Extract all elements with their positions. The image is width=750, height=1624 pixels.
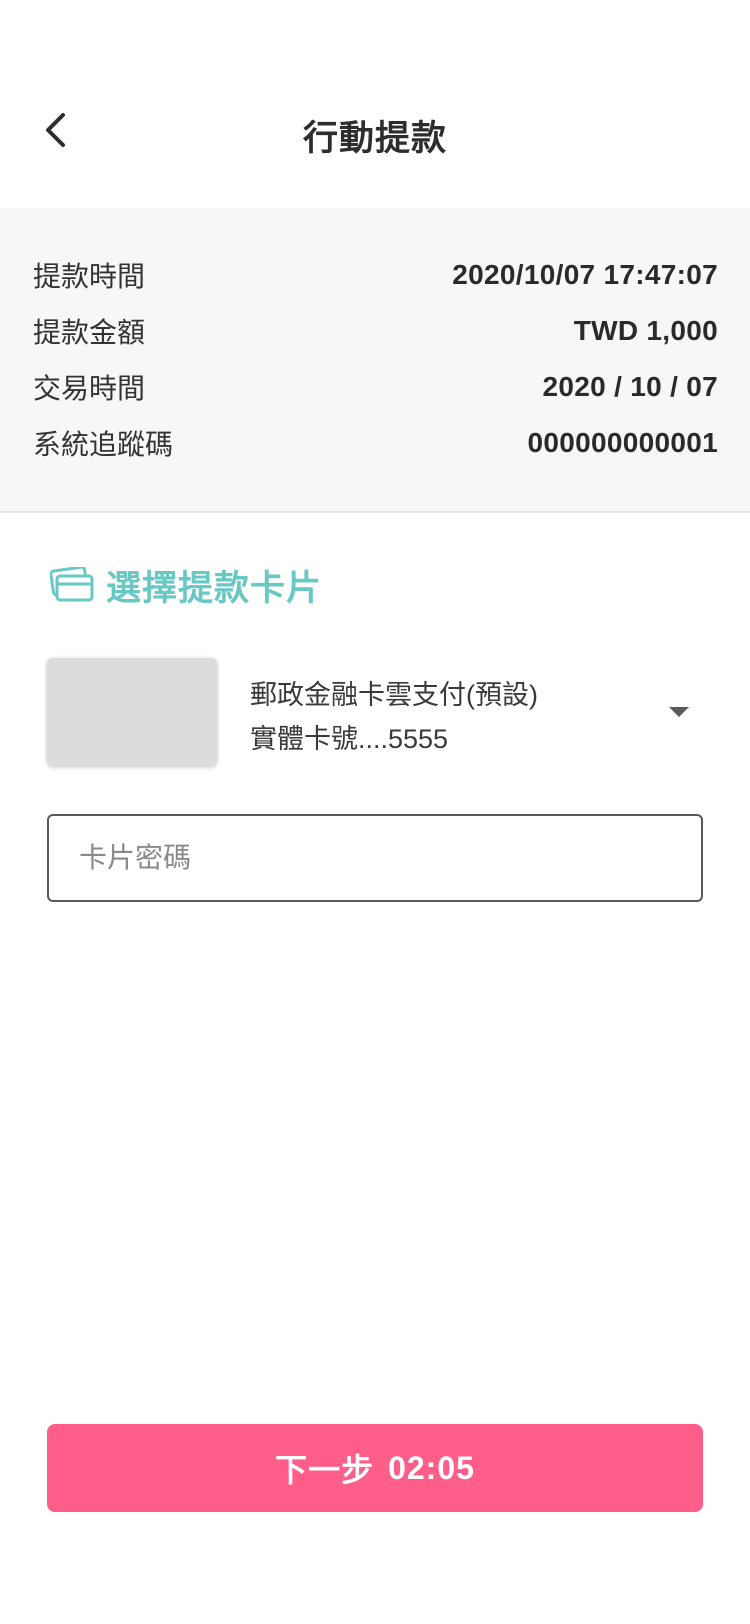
withdrawal-screen: 行動提款 提款時間 2020/10/07 17:47:07 提款金額 TWD 1… xyxy=(0,0,750,1624)
transaction-info-panel: 提款時間 2020/10/07 17:47:07 提款金額 TWD 1,000 … xyxy=(0,208,750,513)
countdown-timer: 02:05 xyxy=(388,1449,475,1486)
info-value: 000000000001 xyxy=(527,427,718,458)
card-thumbnail xyxy=(47,658,217,766)
info-value: TWD 1,000 xyxy=(573,315,718,346)
card-selector[interactable]: 郵政金融卡雲支付(預設) 實體卡號....5555 xyxy=(47,655,703,767)
app-header: 行動提款 xyxy=(0,80,750,190)
card-section-header: 選擇提款卡片 xyxy=(50,560,322,610)
info-label: 提款金額 xyxy=(33,317,146,348)
card-number: 實體卡號....5555 xyxy=(250,724,449,754)
next-button-label: 下一步 xyxy=(275,1452,375,1488)
info-value: 2020/10/07 17:47:07 xyxy=(452,259,718,290)
credit-card-icon xyxy=(50,567,94,602)
info-label: 提款時間 xyxy=(33,261,146,292)
info-row-withdrawal-amount: 提款金額 TWD 1,000 xyxy=(33,311,718,351)
info-label: 系統追蹤碼 xyxy=(33,429,174,460)
info-row-withdrawal-time: 提款時間 2020/10/07 17:47:07 xyxy=(33,255,718,295)
page-title: 行動提款 xyxy=(302,119,447,158)
card-password-input[interactable] xyxy=(47,814,703,902)
next-button[interactable]: 下一步 02:05 xyxy=(47,1424,703,1512)
info-label: 交易時間 xyxy=(33,373,146,404)
caret-down-icon[interactable] xyxy=(667,705,691,719)
info-value: 2020 / 10 / 07 xyxy=(542,371,718,402)
info-row-transaction-time: 交易時間 2020 / 10 / 07 xyxy=(33,367,718,407)
info-row-trace-number: 系統追蹤碼 000000000001 xyxy=(33,423,718,463)
card-section-title: 選擇提款卡片 xyxy=(106,568,323,608)
card-name: 郵政金融卡雲支付(預設) xyxy=(250,680,538,710)
